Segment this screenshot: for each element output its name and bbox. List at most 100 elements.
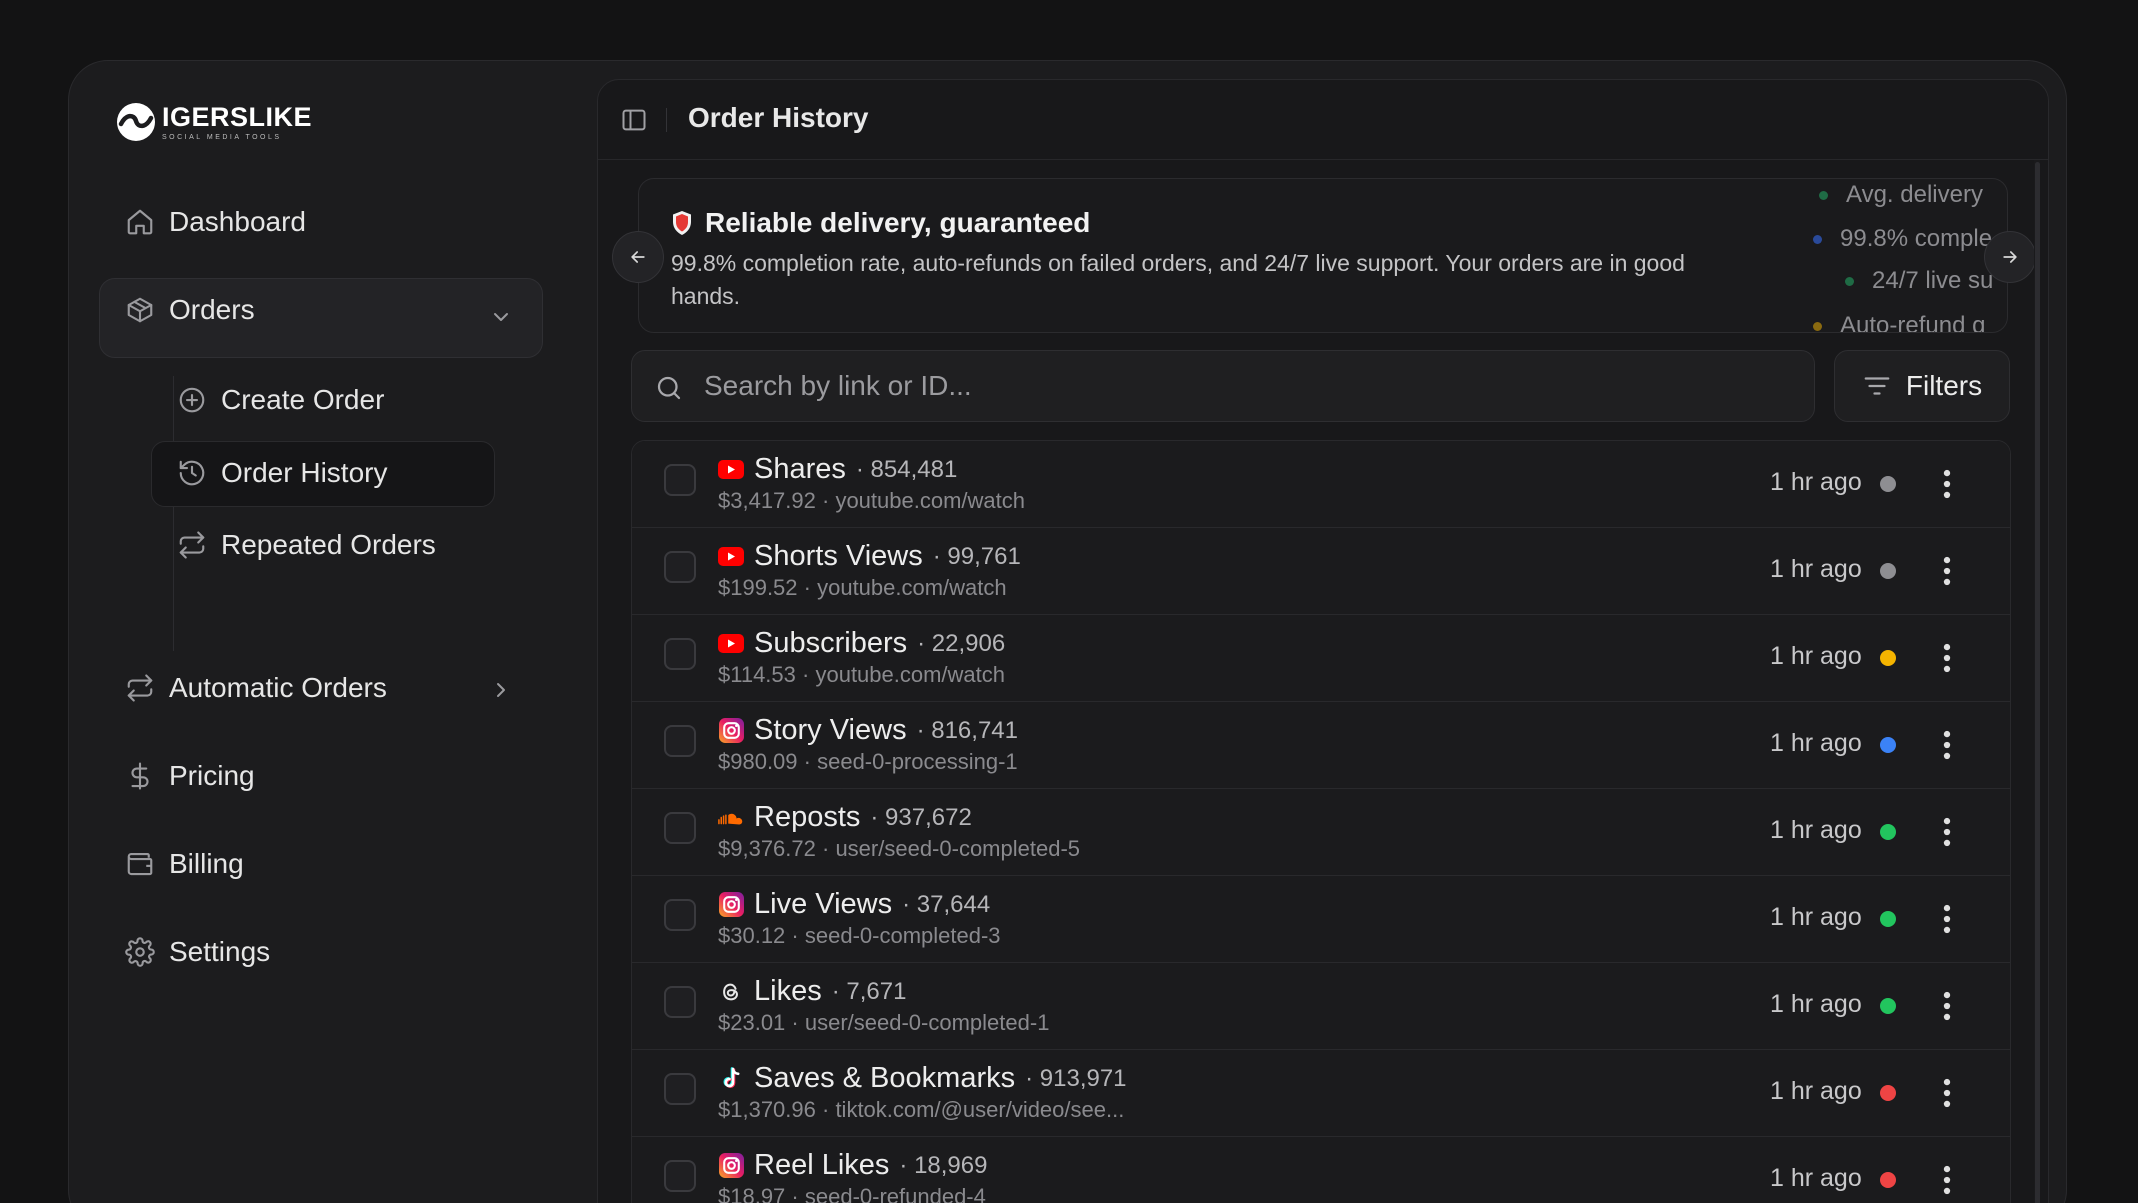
nav-item-repeated-orders[interactable]: Repeated Orders	[177, 529, 436, 561]
order-quantity: · 937,672	[870, 803, 972, 831]
order-price: $114.53	[718, 662, 796, 687]
instagram-icon	[718, 718, 744, 743]
nav-item-automatic-orders[interactable]: Automatic Orders	[125, 672, 387, 704]
filter-icon	[1864, 377, 1890, 395]
soundcloud-icon	[718, 813, 743, 824]
order-info: Saves & Bookmarks · 913,971 $1,370.96 · …	[718, 1062, 1127, 1122]
sidebar: IGERSLIKE SOCIAL MEDIA TOOLS Dashboard O…	[69, 61, 599, 1203]
instagram-icon	[718, 892, 744, 917]
brand-logo[interactable]: IGERSLIKE SOCIAL MEDIA TOOLS	[116, 102, 312, 142]
stat-dot	[1813, 234, 1822, 244]
order-link[interactable]: seed-0-processing-1	[817, 749, 1018, 774]
order-link[interactable]: user/seed-0-completed-1	[805, 1010, 1050, 1035]
nav-item-billing[interactable]: Billing	[125, 848, 244, 880]
order-link[interactable]: youtube.com/watch	[835, 488, 1025, 513]
chevron-right-icon[interactable]	[489, 678, 513, 702]
row-checkbox[interactable]	[664, 638, 696, 670]
nav-item-create-order[interactable]: Create Order	[177, 384, 384, 416]
row-checkbox[interactable]	[664, 899, 696, 931]
banner-title-row: Reliable delivery, guaranteed	[671, 207, 1090, 239]
more-options-icon[interactable]	[1932, 641, 1962, 675]
status-dot	[1880, 824, 1896, 840]
nav-item-order-history[interactable]: Order History	[177, 457, 387, 489]
nav-label-repeated-orders: Repeated Orders	[221, 529, 436, 560]
order-row[interactable]: Live Views · 37,644 $30.12 · seed-0-comp…	[632, 876, 2010, 963]
row-checkbox[interactable]	[664, 1073, 696, 1105]
repeat-icon	[127, 674, 153, 702]
more-options-icon[interactable]	[1932, 815, 1962, 849]
order-row[interactable]: Reposts · 937,672 $9,376.72 · user/seed-…	[632, 789, 2010, 876]
more-options-icon[interactable]	[1932, 467, 1962, 501]
order-link[interactable]: youtube.com/watch	[817, 575, 1007, 600]
nav-label-orders: Orders	[169, 294, 255, 325]
nav-item-dashboard[interactable]: Dashboard	[125, 206, 306, 238]
tiktok-icon	[723, 1066, 740, 1088]
order-row[interactable]: Shares · 854,481 $3,417.92 · youtube.com…	[632, 441, 2010, 528]
service-name: Shares	[754, 453, 846, 485]
row-checkbox[interactable]	[664, 986, 696, 1018]
platform-icon	[718, 1066, 744, 1092]
service-name: Reel Likes	[754, 1149, 890, 1181]
repeat-icon	[179, 531, 205, 559]
row-checkbox[interactable]	[664, 1160, 696, 1192]
service-name: Saves & Bookmarks	[754, 1062, 1016, 1094]
stat-item: 99.8% comple	[1813, 225, 1992, 253]
order-link[interactable]: seed-0-refunded-4	[805, 1184, 986, 1203]
order-price: $199.52	[718, 575, 798, 600]
banner-text: 99.8% completion rate, auto-refunds on f…	[671, 250, 1685, 309]
more-options-icon[interactable]	[1932, 554, 1962, 588]
order-row[interactable]: Subscribers · 22,906 $114.53 · youtube.c…	[632, 615, 2010, 702]
order-row[interactable]: Likes · 7,671 $23.01 · user/seed-0-compl…	[632, 963, 2010, 1050]
more-options-icon[interactable]	[1932, 728, 1962, 762]
more-options-icon[interactable]	[1932, 1163, 1962, 1197]
order-row[interactable]: Shorts Views · 99,761 $199.52 · youtube.…	[632, 528, 2010, 615]
scrollbar-thumb[interactable]	[2035, 162, 2040, 1203]
status-dot	[1880, 911, 1896, 927]
order-price: $30.12	[718, 923, 786, 948]
plus-circle-icon	[179, 387, 205, 413]
order-link[interactable]: user/seed-0-completed-5	[835, 836, 1080, 861]
order-link[interactable]: youtube.com/watch	[815, 662, 1005, 687]
home-icon	[127, 209, 153, 235]
chevron-down-icon[interactable]	[489, 305, 513, 329]
order-list: Shares · 854,481 $3,417.92 · youtube.com…	[631, 440, 2011, 1203]
nav-item-orders[interactable]: Orders	[125, 294, 255, 326]
youtube-icon	[718, 547, 744, 566]
banner-prev-button[interactable]	[612, 231, 664, 283]
nav-label-automatic-orders: Automatic Orders	[169, 672, 387, 703]
nav-item-settings[interactable]: Settings	[125, 936, 270, 968]
filters-button[interactable]: Filters	[1834, 350, 2010, 422]
nav-item-pricing[interactable]: Pricing	[125, 760, 255, 792]
stat-dot	[1813, 321, 1822, 331]
order-time: 1 hr ago	[1770, 468, 1862, 496]
order-link[interactable]: tiktok.com/@user/video/see...	[835, 1097, 1124, 1122]
order-row[interactable]: Saves & Bookmarks · 913,971 $1,370.96 · …	[632, 1050, 2010, 1137]
row-checkbox[interactable]	[664, 725, 696, 757]
more-options-icon[interactable]	[1932, 1076, 1962, 1110]
order-time: 1 hr ago	[1770, 1164, 1862, 1192]
search-input[interactable]	[704, 351, 1794, 421]
order-row[interactable]: Reel Likes · 18,969 $18.97 · seed-0-refu…	[632, 1137, 2010, 1203]
platform-icon	[718, 457, 744, 483]
service-name: Story Views	[754, 714, 907, 746]
topbar: Order History	[598, 80, 2048, 160]
order-price: $1,370.96	[718, 1097, 816, 1122]
stat-item: 24/7 live su	[1845, 267, 1993, 295]
more-options-icon[interactable]	[1932, 902, 1962, 936]
row-checkbox[interactable]	[664, 464, 696, 496]
more-options-icon[interactable]	[1932, 989, 1962, 1023]
order-row[interactable]: Story Views · 816,741 $980.09 · seed-0-p…	[632, 702, 2010, 789]
stat-item: Auto-refund g	[1813, 312, 1985, 332]
status-dot	[1880, 476, 1896, 492]
order-link[interactable]: seed-0-completed-3	[805, 923, 1001, 948]
row-checkbox[interactable]	[664, 812, 696, 844]
nav-label-order-history: Order History	[221, 457, 388, 488]
banner-next-button[interactable]	[1984, 231, 2036, 283]
sidebar-toggle-icon[interactable]	[620, 106, 648, 134]
youtube-icon	[718, 460, 744, 479]
shield-icon	[673, 211, 691, 235]
order-info: Live Views · 37,644 $30.12 · seed-0-comp…	[718, 888, 1001, 948]
row-checkbox[interactable]	[664, 551, 696, 583]
stat-dot	[1819, 190, 1828, 200]
threads-icon	[723, 983, 738, 1000]
